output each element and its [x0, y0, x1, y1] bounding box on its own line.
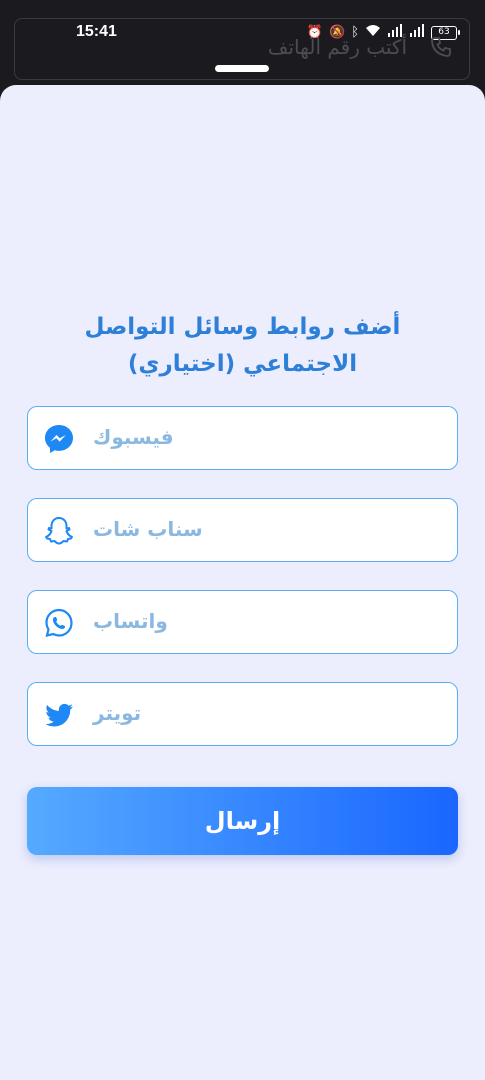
messenger-icon [45, 425, 73, 453]
sheet-title: أضف روابط وسائل التواصل الاجتماعي (اختيا… [40, 309, 445, 383]
sheet-title-line2: الاجتماعي (اختياري) [127, 351, 358, 377]
snapchat-field[interactable]: سناب شات [27, 498, 458, 562]
facebook-label: فيسبوك [93, 425, 174, 449]
sheet-drag-handle[interactable] [215, 65, 269, 72]
submit-button[interactable]: إرسال [27, 787, 458, 855]
phone-field-placeholder: أكتب رقم الهاتف [267, 35, 407, 59]
snapchat-icon [45, 517, 73, 545]
social-links-sheet: أضف روابط وسائل التواصل الاجتماعي (اختيا… [0, 85, 485, 1080]
twitter-field[interactable]: تويتر [27, 682, 458, 746]
twitter-icon [45, 703, 73, 727]
whatsapp-label: واتساب [93, 609, 168, 633]
whatsapp-icon [45, 608, 73, 637]
facebook-field[interactable]: فيسبوك [27, 406, 458, 470]
sheet-title-line1: أضف روابط وسائل التواصل [84, 314, 401, 340]
twitter-label: تويتر [93, 701, 142, 725]
snapchat-label: سناب شات [93, 517, 203, 541]
phone-icon [431, 37, 451, 57]
whatsapp-field[interactable]: واتساب [27, 590, 458, 654]
